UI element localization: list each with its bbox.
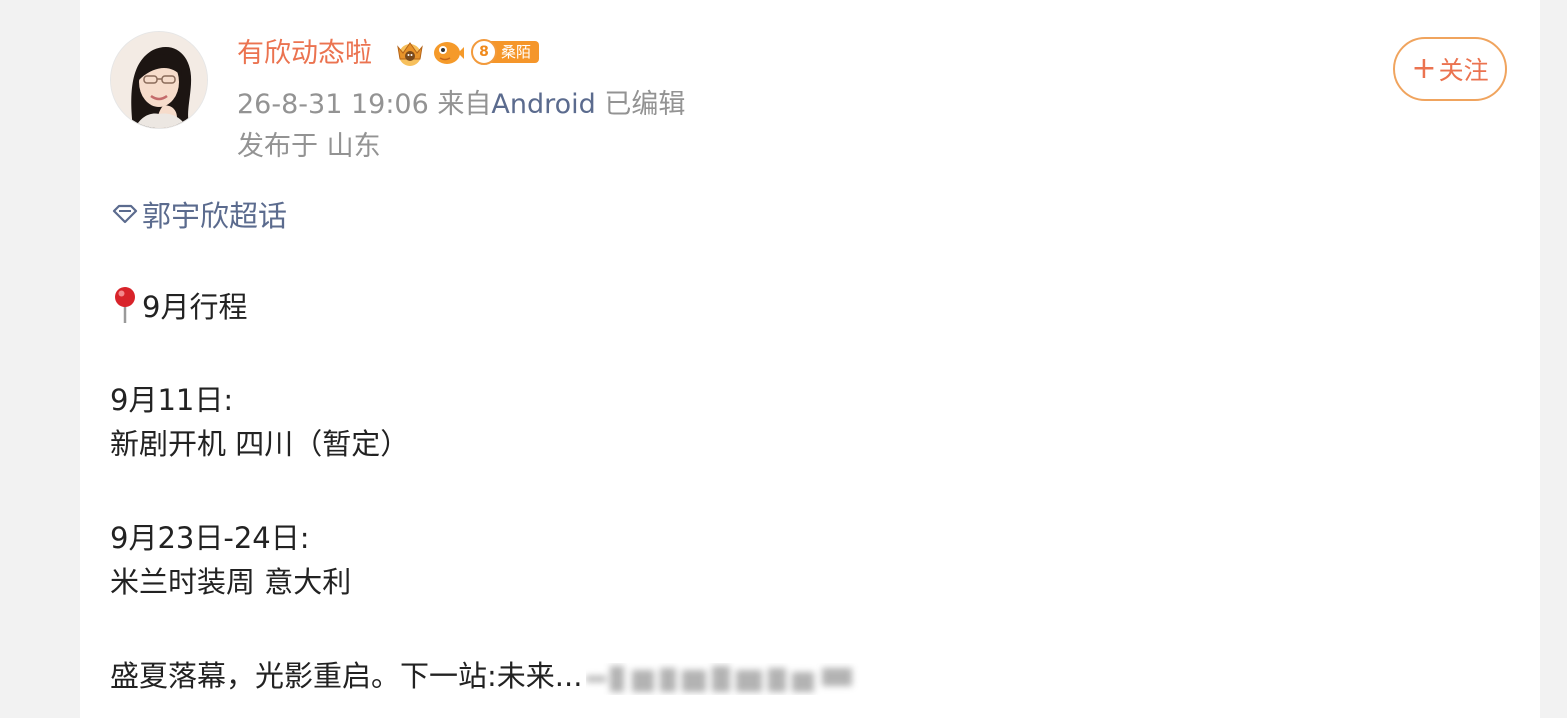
fan-level-name: 桑陌 bbox=[491, 41, 540, 63]
user-badges: 8 桑陌 bbox=[393, 35, 540, 69]
schedule-date-1: 9月11日: bbox=[110, 383, 234, 417]
blurred-watermark bbox=[586, 666, 853, 692]
avatar-photo bbox=[111, 32, 207, 128]
post-meta: 26-8-31 19:06 来自Android 已编辑 bbox=[237, 86, 685, 124]
schedule-desc-2: 米兰时装周 意大利 bbox=[110, 565, 352, 599]
edited-label[interactable]: 已编辑 bbox=[604, 89, 685, 120]
avatar[interactable] bbox=[110, 31, 208, 129]
diamond-topic-icon bbox=[112, 204, 138, 224]
fan-level-badge[interactable]: 8 桑陌 bbox=[471, 39, 540, 65]
round-pushpin-icon bbox=[115, 287, 135, 323]
fish-badge-icon[interactable] bbox=[431, 35, 465, 69]
follow-label: 关注 bbox=[1438, 56, 1489, 85]
fan-level-number: 8 bbox=[471, 39, 497, 65]
crown-badge-icon[interactable] bbox=[393, 35, 427, 69]
source-prefix: 来自 bbox=[437, 89, 492, 120]
post-heading: 9月行程 bbox=[110, 286, 247, 327]
post-location: 发布于 山东 bbox=[237, 131, 381, 162]
heading-text: 9月行程 bbox=[142, 290, 248, 324]
source-link[interactable]: Android bbox=[491, 89, 595, 120]
follow-button[interactable]: + 关注 bbox=[1393, 37, 1507, 101]
post-timestamp: 26-8-31 19:06 bbox=[237, 89, 429, 120]
plus-icon: + bbox=[1411, 51, 1437, 86]
closing-text: 盛夏落幕，光影重启。下一站:未来... bbox=[110, 659, 583, 693]
schedule-date-2: 9月23日-24日: bbox=[110, 521, 310, 555]
weibo-post-card: 有欣动态啦 8 桑陌 26-8-31 19:06 来自Android 已编辑 发… bbox=[80, 0, 1540, 718]
username[interactable]: 有欣动态啦 bbox=[237, 34, 372, 74]
closing-line: 盛夏落幕，光影重启。下一站:未来... bbox=[110, 656, 886, 696]
super-topic-link[interactable]: 郭宇欣超话 bbox=[110, 194, 287, 234]
schedule-desc-1: 新剧开机 四川（暂定） bbox=[110, 427, 410, 461]
topic-label: 郭宇欣超话 bbox=[142, 199, 288, 233]
